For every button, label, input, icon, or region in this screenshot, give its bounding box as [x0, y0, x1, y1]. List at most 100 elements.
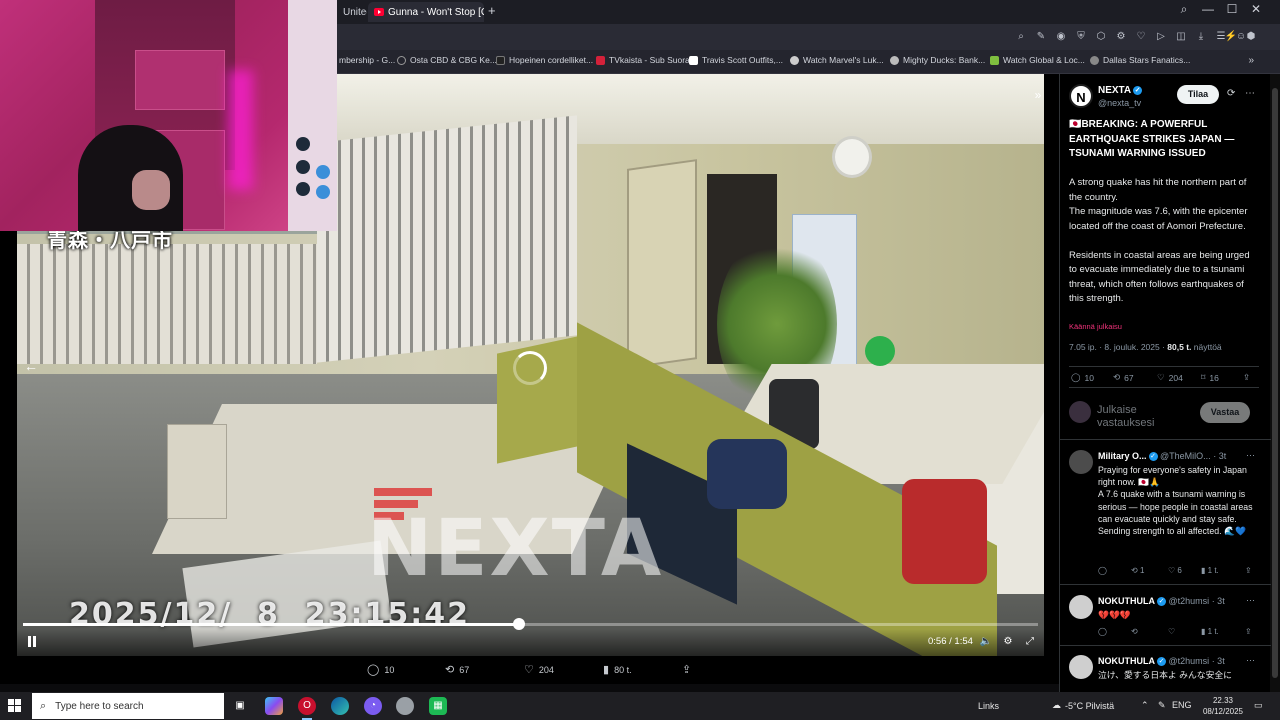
- bookmark-item[interactable]: TVkaista - Sub Suora: [596, 55, 690, 65]
- zoom-icon[interactable]: ⌕: [1014, 30, 1028, 44]
- like-button[interactable]: ♡ 204: [524, 663, 554, 676]
- taskbar-weather[interactable]: ☁ -5°C Pilvistä: [1052, 700, 1114, 711]
- fullscreen-icon[interactable]: ⤢: [1023, 635, 1037, 649]
- reply-submit-button[interactable]: Vastaa: [1200, 402, 1250, 423]
- search-icon[interactable]: ⌕: [1173, 2, 1195, 17]
- minimize-icon[interactable]: —: [1197, 2, 1219, 16]
- tab-gunna[interactable]: Gunna - Won't Stop [Offi: [368, 2, 484, 22]
- more-icon[interactable]: ⋯: [1246, 595, 1255, 606]
- author-handle[interactable]: @nexta_tv: [1098, 98, 1141, 108]
- reply-button[interactable]: ◯ 10: [367, 663, 394, 676]
- tab-united[interactable]: United: [337, 2, 367, 22]
- task-view-icon[interactable]: ▣: [231, 697, 249, 715]
- share-icon[interactable]: ⇪: [1245, 627, 1252, 636]
- repost-icon[interactable]: ⟲: [1131, 627, 1138, 636]
- reply-icon[interactable]: ◯: [1098, 566, 1107, 575]
- share-stat[interactable]: ⇪: [1243, 372, 1250, 383]
- settings-icon[interactable]: ⚙: [1114, 30, 1128, 44]
- bookmark-label: TVkaista - Sub Suora: [609, 55, 690, 65]
- download-icon[interactable]: ⤓: [1194, 30, 1208, 44]
- taskbar-search-input[interactable]: [55, 700, 206, 712]
- author-avatar[interactable]: N: [1069, 84, 1093, 108]
- bookmark-item[interactable]: Mighty Ducks: Bank...: [890, 55, 985, 65]
- volume-icon[interactable]: 🔈: [979, 635, 993, 649]
- app-icon[interactable]: [396, 697, 414, 715]
- like-button[interactable]: ♡ 6: [1168, 566, 1182, 575]
- bookmark-item[interactable]: Travis Scott Outfits,...: [689, 55, 783, 65]
- pause-icon[interactable]: [26, 636, 38, 648]
- more-icon[interactable]: ⋯: [1246, 655, 1255, 666]
- like-count: 6: [1177, 566, 1182, 575]
- reply-item[interactable]: NOKUTHULA ✓ @t2humsi · 3t ⋯ 泣け、愛する日本よ みんな…: [1069, 655, 1261, 691]
- expand-panel-icon[interactable]: »: [1029, 88, 1044, 106]
- share-button[interactable]: ⇪: [682, 663, 691, 676]
- views-button[interactable]: ▮ 1 t.: [1201, 627, 1219, 636]
- close-icon[interactable]: ✕: [1245, 2, 1267, 16]
- copilot-icon[interactable]: [265, 697, 283, 715]
- translate-link[interactable]: Käännä julkaisu: [1069, 322, 1122, 331]
- settings-icon[interactable]: ⚙: [1001, 635, 1015, 649]
- post-timestamp[interactable]: 7.05 ip. · 8. jouluk. 2025 ·: [1069, 342, 1165, 352]
- views-button[interactable]: ▮ 1 t.: [1201, 566, 1219, 575]
- bookmarks-more-icon[interactable]: »: [1248, 55, 1254, 66]
- new-tab-plus-icon[interactable]: +: [488, 3, 496, 18]
- opera-icon[interactable]: O: [298, 697, 316, 720]
- reply-input[interactable]: Julkaise vastauksesi: [1097, 404, 1187, 428]
- edge-icon[interactable]: [331, 697, 349, 715]
- views-count: 80 t.: [614, 664, 632, 675]
- extension-icon[interactable]: ⚡: [1224, 30, 1238, 44]
- bookmark-item[interactable]: Osta CBD & CBG Ke...: [397, 55, 497, 65]
- previous-arrow-icon[interactable]: ←: [23, 358, 39, 374]
- windows-start-icon[interactable]: [8, 699, 22, 713]
- scrollbar[interactable]: [1270, 74, 1280, 692]
- reply-avatar[interactable]: [1069, 450, 1093, 474]
- taskbar-search[interactable]: ⌕: [32, 693, 224, 719]
- network-icon[interactable]: ✎: [1158, 700, 1166, 711]
- wallet-icon[interactable]: ⬢: [1244, 30, 1258, 44]
- bookmark-stat[interactable]: ⌑ 16: [1201, 372, 1219, 383]
- bookmark-item[interactable]: Watch Marvel's Luk...: [790, 55, 884, 65]
- more-icon[interactable]: ⋯: [1245, 88, 1255, 99]
- bookmark-item[interactable]: Watch Global & Loc...: [990, 55, 1085, 65]
- taskbar-clock[interactable]: 22.33 08/12/2025: [1200, 695, 1246, 717]
- grok-icon[interactable]: ⟳: [1227, 88, 1235, 99]
- reply-name[interactable]: Military O...: [1098, 451, 1147, 461]
- subscribe-button[interactable]: Tilaa: [1177, 85, 1219, 104]
- reply-avatar[interactable]: [1069, 655, 1093, 679]
- views-button[interactable]: ▮ 80 t.: [603, 663, 632, 676]
- reply-icon[interactable]: ◯: [1098, 627, 1107, 636]
- tray-chevron-icon[interactable]: ⌃: [1141, 700, 1149, 711]
- taskbar-links[interactable]: Links: [978, 701, 999, 711]
- language-indicator[interactable]: ENG: [1172, 700, 1192, 710]
- share-icon[interactable]: ⇪: [1245, 566, 1252, 575]
- heart-icon[interactable]: ♡: [1134, 30, 1148, 44]
- maximize-icon[interactable]: ☐: [1221, 2, 1243, 16]
- repost-button[interactable]: ⟲ 1: [1131, 566, 1144, 575]
- author-name[interactable]: NEXTA ✓: [1098, 85, 1143, 96]
- reply-stat[interactable]: ◯ 10: [1071, 372, 1094, 383]
- cube-icon[interactable]: ◫: [1174, 30, 1188, 44]
- video-progress-bar[interactable]: [23, 618, 1038, 630]
- notifications-icon[interactable]: ▭: [1254, 700, 1263, 711]
- reply-name[interactable]: NOKUTHULA: [1098, 596, 1155, 606]
- discord-icon[interactable]: ◔: [364, 697, 382, 715]
- repost-stat[interactable]: ⟲ 67: [1113, 372, 1134, 383]
- repost-button[interactable]: ⟲ 67: [445, 663, 469, 676]
- reply-name[interactable]: NOKUTHULA: [1098, 656, 1155, 666]
- reply-item[interactable]: NOKUTHULA ✓ @t2humsi · 3t ⋯ 💔💔💔 ◯ ⟲ ♡ ▮ 1…: [1060, 595, 1271, 647]
- bookmark-item[interactable]: mbership - G...: [339, 55, 395, 65]
- edit-icon[interactable]: ✎: [1034, 30, 1048, 44]
- shield-icon[interactable]: ⛨: [1074, 30, 1088, 44]
- more-icon[interactable]: ⋯: [1246, 450, 1255, 461]
- reply-item[interactable]: Military O... ✓ @TheMilO... · 3t ⋯ Prayin…: [1060, 450, 1271, 590]
- vpn-icon[interactable]: ⬡: [1094, 30, 1108, 44]
- reply-avatar[interactable]: [1069, 595, 1093, 619]
- like-stat[interactable]: ♡ 204: [1157, 372, 1183, 383]
- heart-icon[interactable]: ♡: [1168, 627, 1175, 636]
- play-icon[interactable]: ▷: [1154, 30, 1168, 44]
- app-icon[interactable]: ▦: [429, 697, 447, 715]
- bookmark-item[interactable]: Dallas Stars Fanatics...: [1090, 55, 1190, 65]
- scrollbar-thumb[interactable]: [1272, 88, 1278, 678]
- camera-icon[interactable]: ◉: [1054, 30, 1068, 44]
- bookmark-item[interactable]: Hopeinen cordelliket...: [496, 55, 593, 65]
